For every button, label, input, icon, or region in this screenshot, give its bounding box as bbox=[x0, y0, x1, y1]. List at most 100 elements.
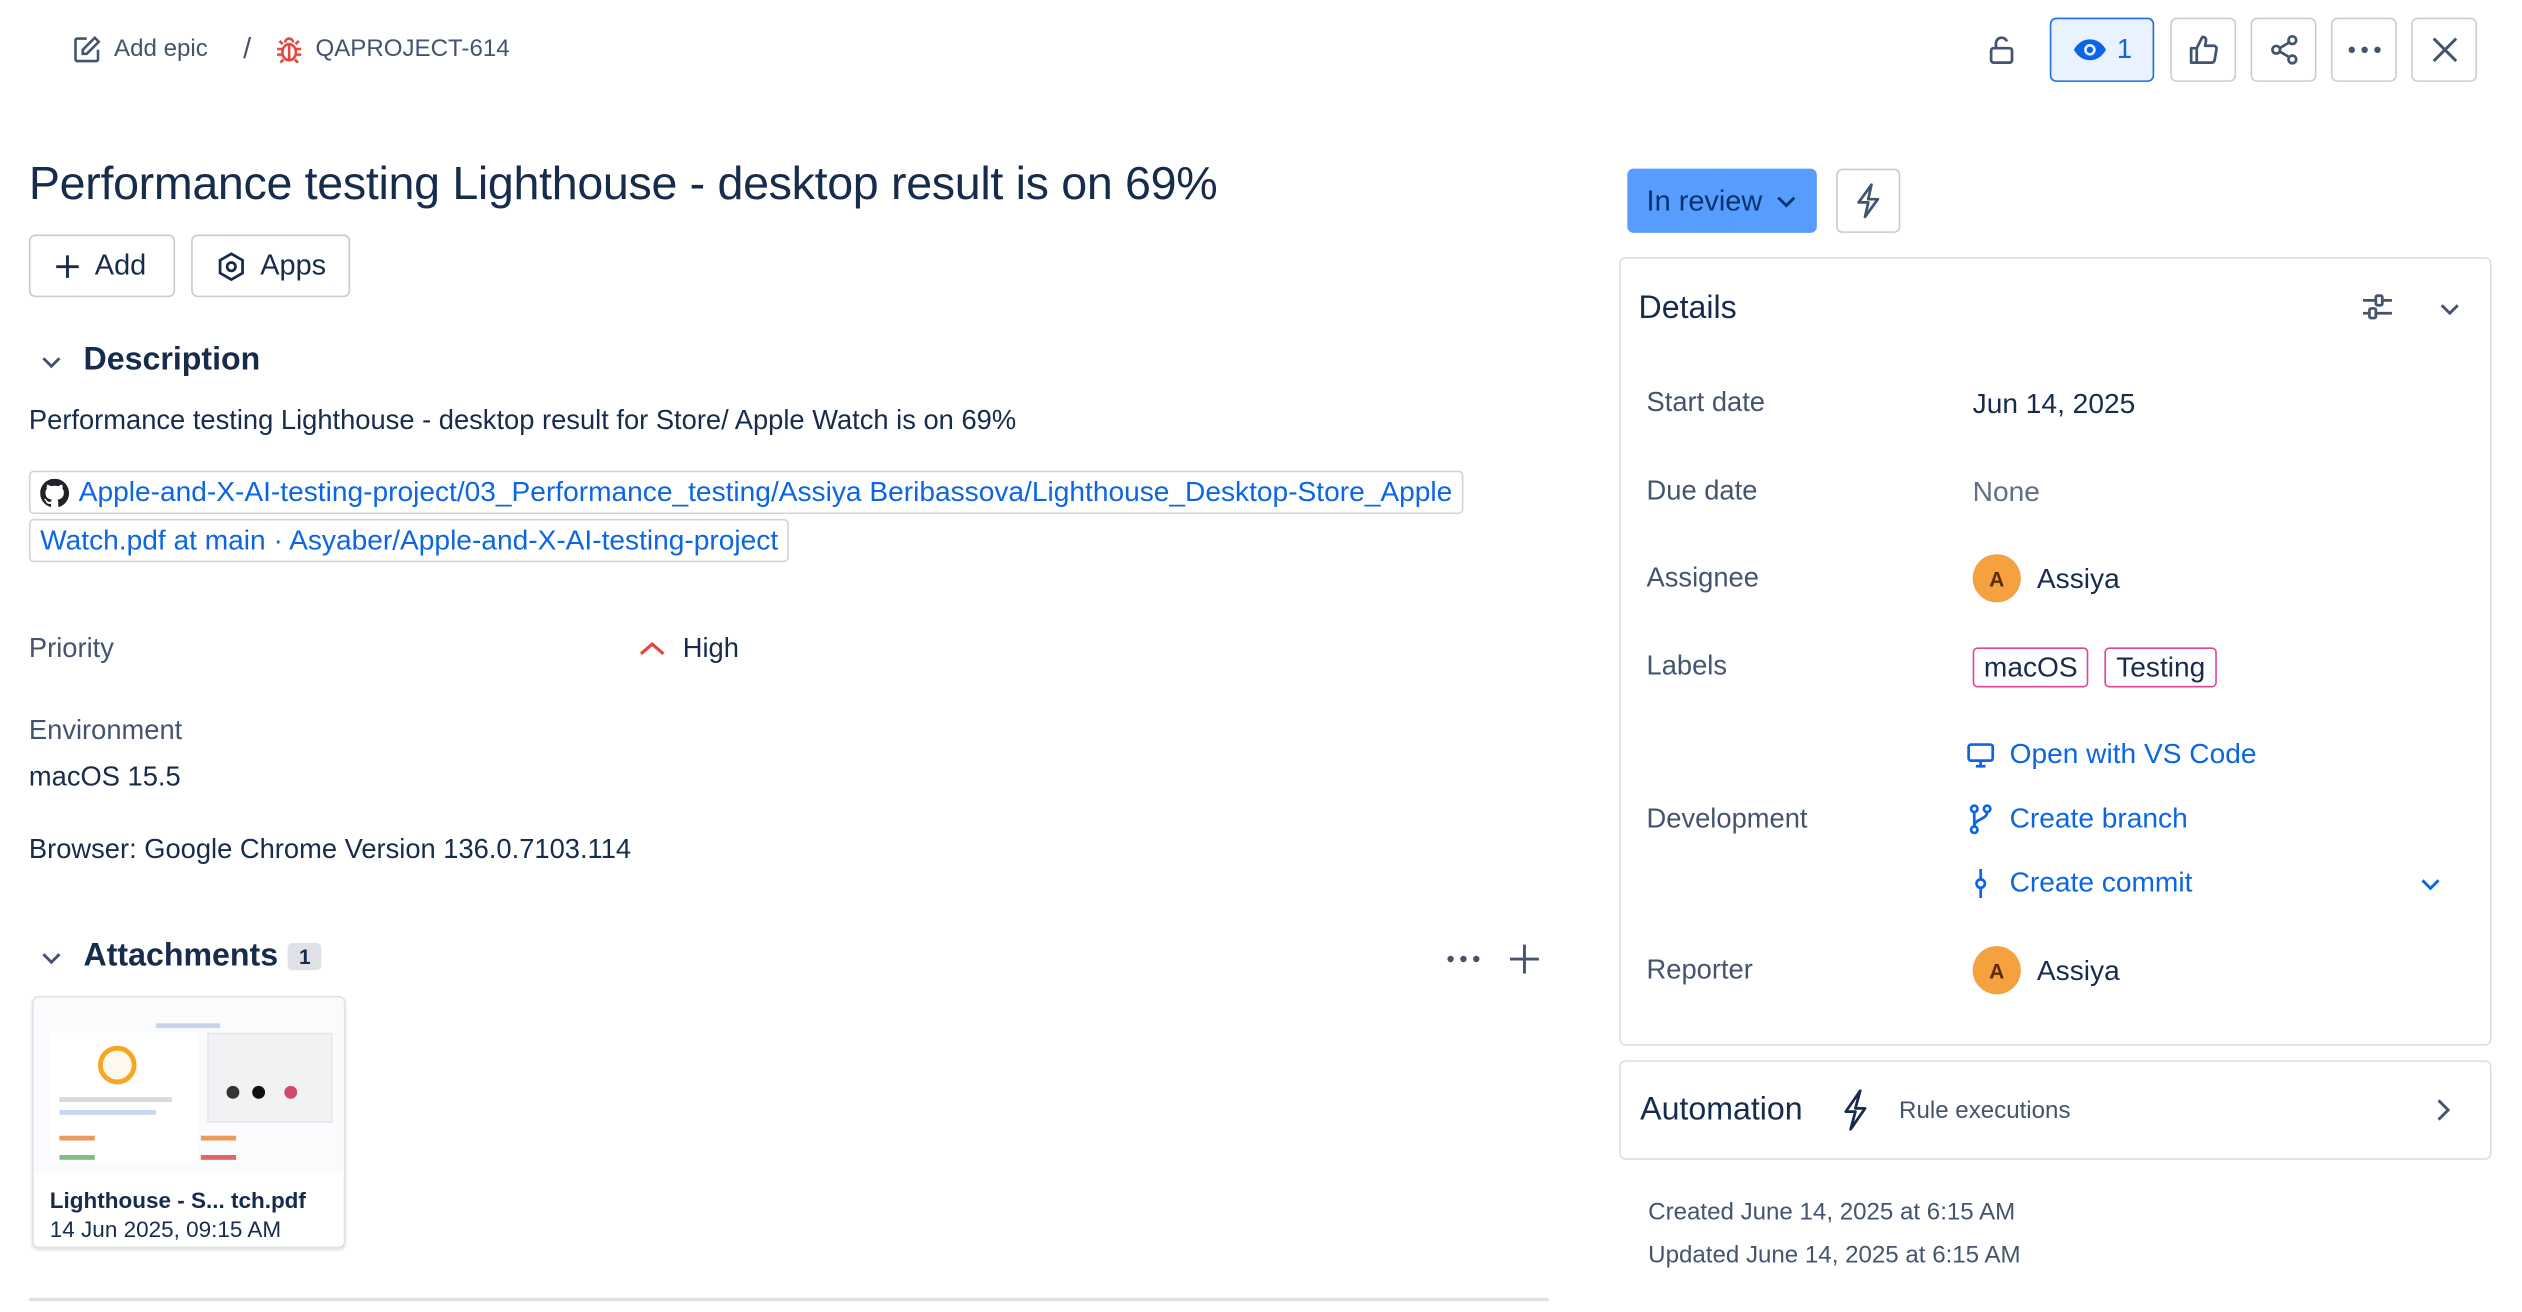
more-icon bbox=[1446, 954, 1481, 964]
watch-button[interactable]: 1 bbox=[2049, 17, 2155, 82]
chevron-right-icon bbox=[2435, 1099, 2451, 1121]
development-label: Development bbox=[1646, 803, 1808, 834]
attachments-header[interactable]: Attachments 1 bbox=[39, 938, 322, 975]
chevron-down-icon bbox=[2439, 297, 2461, 319]
updated-timestamp: Updated June 14, 2025 at 6:15 AM bbox=[1648, 1241, 2021, 1270]
attachments-count-badge: 1 bbox=[287, 942, 322, 971]
due-date-label: Due date bbox=[1646, 475, 1758, 507]
attachment-name: Lighthouse - S... tch.pdf bbox=[49, 1187, 306, 1213]
bug-icon bbox=[274, 33, 306, 65]
created-timestamp: Created June 14, 2025 at 6:15 AM bbox=[1648, 1198, 2016, 1226]
edit-icon bbox=[71, 33, 103, 65]
apps-icon bbox=[215, 250, 247, 282]
priority-text: High bbox=[682, 632, 739, 664]
status-label: In review bbox=[1646, 183, 1763, 217]
development-expand-button[interactable] bbox=[2406, 859, 2454, 907]
description-text: Performance testing Lighthouse - desktop… bbox=[28, 404, 1017, 436]
apps-button[interactable]: Apps bbox=[191, 234, 351, 298]
like-button[interactable] bbox=[2170, 17, 2237, 82]
watch-count: 1 bbox=[2116, 33, 2133, 65]
priority-high-icon bbox=[638, 639, 667, 658]
eye-icon bbox=[2072, 37, 2107, 63]
description-link-line1[interactable]: Apple-and-X-AI-testing-project/03_Perfor… bbox=[28, 470, 1464, 515]
status-dropdown[interactable]: In review bbox=[1627, 168, 1817, 233]
add-epic-label: Add epic bbox=[114, 35, 208, 63]
branch-icon bbox=[1966, 802, 1995, 834]
attachment-card[interactable]: Lighthouse - S... tch.pdf 14 Jun 2025, 0… bbox=[32, 995, 346, 1249]
description-link-text-2: Watch.pdf at main · Asyaber/Apple-and-X-… bbox=[40, 523, 779, 556]
github-icon bbox=[40, 477, 70, 507]
more-actions-button[interactable] bbox=[2330, 17, 2397, 82]
chevron-down-icon bbox=[39, 944, 65, 970]
create-commit-label: Create commit bbox=[2009, 865, 2193, 898]
description-link-text-1: Apple-and-X-AI-testing-project/03_Perfor… bbox=[78, 475, 1453, 508]
chevron-down-icon bbox=[39, 348, 65, 374]
environment-label: Environment bbox=[28, 714, 183, 746]
start-date-label: Start date bbox=[1646, 387, 1765, 418]
rule-executions-label: Rule executions bbox=[1899, 1096, 2071, 1124]
avatar: A bbox=[1972, 554, 2021, 603]
reporter-field[interactable]: A Assiya bbox=[1972, 946, 2120, 995]
open-vscode-label: Open with VS Code bbox=[2009, 737, 2257, 770]
more-icon bbox=[2346, 45, 2381, 55]
automation-action-button[interactable] bbox=[1836, 168, 1901, 233]
add-attachment-button[interactable] bbox=[1500, 935, 1548, 983]
chevron-down-icon bbox=[2419, 872, 2441, 894]
issue-key: QAPROJECT-614 bbox=[315, 35, 510, 63]
thumbs-up-icon bbox=[2186, 32, 2221, 67]
assignee-name: Assiya bbox=[2036, 561, 2120, 594]
due-date-value[interactable]: None bbox=[1973, 475, 2040, 509]
environment-browser: Browser: Google Chrome Version 136.0.710… bbox=[28, 833, 632, 865]
apps-button-label: Apps bbox=[260, 248, 327, 282]
add-button-label: Add bbox=[94, 248, 147, 282]
labels-field[interactable]: macOS Testing bbox=[1972, 647, 2217, 688]
configure-fields-button[interactable] bbox=[2353, 283, 2401, 331]
issue-key-link[interactable]: QAPROJECT-614 bbox=[274, 33, 510, 65]
lock-button[interactable] bbox=[1977, 26, 2025, 74]
automation-panel[interactable]: Automation Rule executions bbox=[1619, 1060, 2492, 1160]
commit-icon bbox=[1966, 867, 1995, 899]
details-heading: Details bbox=[1638, 290, 1737, 327]
avatar: A bbox=[1972, 946, 2021, 995]
assignee-field[interactable]: A Assiya bbox=[1972, 554, 2120, 603]
automation-heading: Automation bbox=[1640, 1091, 1803, 1127]
reporter-label: Reporter bbox=[1646, 954, 1753, 985]
monitor-icon bbox=[1966, 740, 1995, 769]
attachments-heading: Attachments bbox=[83, 938, 279, 974]
assignee-label: Assignee bbox=[1646, 562, 1759, 593]
attachment-date: 14 Jun 2025, 09:15 AM bbox=[49, 1216, 282, 1242]
lightning-icon bbox=[1854, 183, 1883, 219]
add-button[interactable]: Add bbox=[28, 234, 176, 298]
label-chip-testing[interactable]: Testing bbox=[2104, 647, 2217, 688]
description-link-line2[interactable]: Watch.pdf at main · Asyaber/Apple-and-X-… bbox=[28, 518, 790, 563]
label-chip-macos[interactable]: macOS bbox=[1972, 647, 2089, 688]
close-button[interactable] bbox=[2411, 17, 2478, 82]
share-button[interactable] bbox=[2250, 17, 2317, 82]
open-vscode-link[interactable]: Open with VS Code bbox=[1966, 737, 2257, 771]
close-icon bbox=[2430, 35, 2459, 64]
breadcrumb-separator: / bbox=[243, 32, 252, 65]
create-commit-link[interactable]: Create commit bbox=[1966, 866, 2192, 900]
reporter-name: Assiya bbox=[2036, 953, 2120, 986]
priority-value[interactable]: High bbox=[638, 633, 739, 665]
issue-title[interactable]: Performance testing Lighthouse - desktop… bbox=[29, 159, 1218, 212]
create-branch-link[interactable]: Create branch bbox=[1966, 802, 2188, 836]
share-icon bbox=[2266, 32, 2301, 67]
attachment-thumbnail bbox=[33, 997, 344, 1175]
unlock-icon bbox=[1984, 32, 2019, 67]
priority-label: Priority bbox=[28, 632, 114, 664]
sliders-icon bbox=[2360, 291, 2395, 323]
labels-label: Labels bbox=[1646, 650, 1728, 682]
start-date-value[interactable]: Jun 14, 2025 bbox=[1973, 387, 2136, 421]
lightning-icon bbox=[1841, 1089, 1870, 1131]
description-header[interactable]: Description bbox=[39, 342, 261, 379]
divider bbox=[28, 1297, 1549, 1302]
breadcrumb: Add epic / QAPROJECT-614 bbox=[71, 32, 510, 66]
collapse-details-button[interactable] bbox=[2426, 284, 2474, 332]
attachments-more-button[interactable] bbox=[1439, 935, 1487, 983]
chevron-down-icon bbox=[1775, 190, 1797, 212]
add-epic-link[interactable]: Add epic bbox=[71, 33, 208, 65]
plus-icon bbox=[53, 251, 82, 280]
description-heading: Description bbox=[83, 342, 261, 378]
environment-os: macOS 15.5 bbox=[28, 761, 181, 792]
